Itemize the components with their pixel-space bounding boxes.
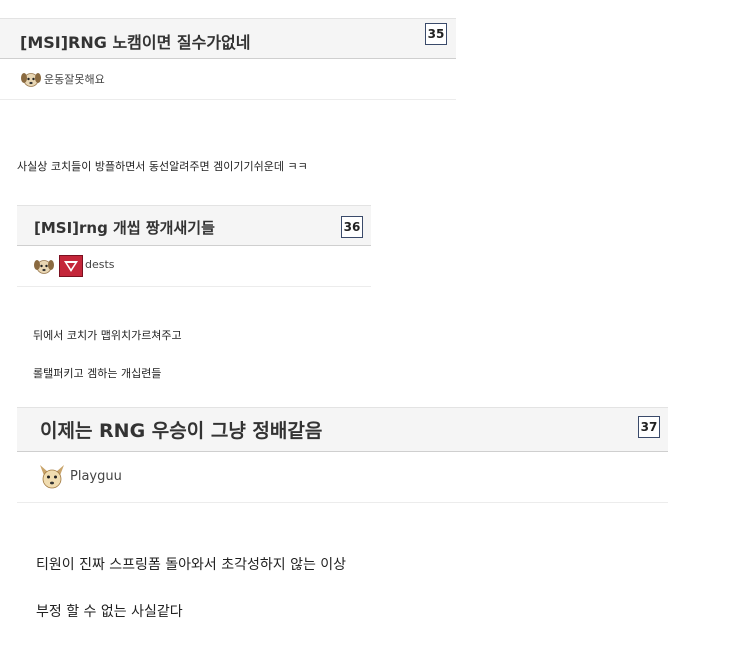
author-row: Playguu bbox=[17, 452, 668, 503]
post-header: [MSI]rng 개씹 짱개새기들 36 bbox=[17, 205, 371, 246]
dog-face-icon bbox=[34, 260, 54, 274]
dog-face-icon bbox=[21, 73, 41, 87]
author-row: dests bbox=[17, 246, 371, 287]
post-header: 이제는 RNG 우승이 그냥 정배같음 37 bbox=[17, 407, 668, 452]
post-number-badge: 36 bbox=[341, 216, 363, 238]
author-name[interactable]: dests bbox=[85, 258, 115, 271]
post-number-badge: 35 bbox=[425, 23, 447, 45]
author-name[interactable]: 운동잘못해요 bbox=[44, 71, 105, 87]
post-number-badge: 37 bbox=[638, 416, 660, 438]
post-body-line: 사실상 코치들이 방플하면서 동선알려주면 겜이기기쉬운데 ㅋㅋ bbox=[17, 160, 308, 173]
post-36: [MSI]rng 개씹 짱개새기들 36 dests bbox=[17, 205, 371, 287]
author-row: 운동잘못해요 bbox=[0, 59, 456, 100]
dog-face-icon bbox=[40, 465, 64, 489]
post-title[interactable]: [MSI]rng 개씹 짱개새기들 bbox=[34, 217, 215, 238]
team-logo-icon bbox=[59, 255, 83, 277]
post-title[interactable]: [MSI]RNG 노캠이면 질수가없네 bbox=[20, 29, 251, 53]
post-35: [MSI]RNG 노캠이면 질수가없네 35 운동잘못해요 bbox=[0, 18, 456, 100]
post-body-line: 뒤에서 코치가 맵위치가르쳐주고 bbox=[33, 329, 182, 342]
post-37: 이제는 RNG 우승이 그냥 정배같음 37 Playguu bbox=[17, 407, 668, 503]
post-body-line: 롤탤퍼키고 겜하는 개십련들 bbox=[33, 367, 162, 380]
post-title[interactable]: 이제는 RNG 우승이 그냥 정배같음 bbox=[40, 416, 322, 443]
post-header: [MSI]RNG 노캠이면 질수가없네 35 bbox=[0, 18, 456, 59]
post-body-line: 티원이 진짜 스프링폼 돌아와서 초각성하지 않는 이상 bbox=[36, 557, 347, 573]
post-body-line: 부정 할 수 없는 사실같다 bbox=[36, 604, 183, 620]
author-name[interactable]: Playguu bbox=[70, 469, 122, 484]
